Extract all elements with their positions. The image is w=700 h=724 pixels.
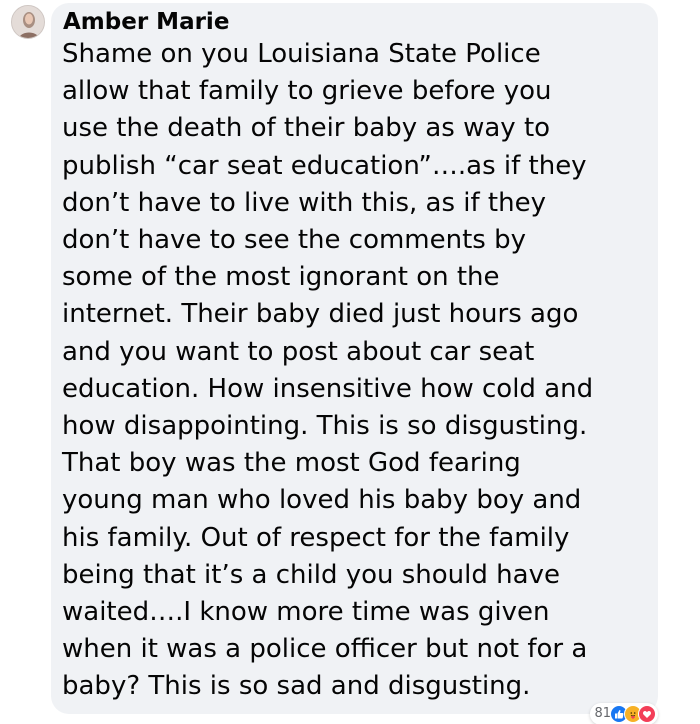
comment-line: how disappointing. This is so disgusting…	[62, 411, 588, 442]
comment-line: and you want to post about car seat	[62, 336, 535, 367]
reaction-count: 81	[594, 706, 611, 721]
comment-line: That boy was the most God fearing	[62, 448, 521, 479]
comment-line: allow that family to grieve before you	[62, 76, 552, 107]
comment-line: Shame on you Louisiana State Police	[62, 39, 541, 69]
comment: Amber Marie Shame on you Louisiana State…	[0, 0, 700, 724]
comment-line: internet. Their baby died just hours ago	[62, 299, 579, 330]
comment-text: Shame on you Louisiana State Police allo…	[62, 36, 652, 706]
comment-line: being that it’s a child you should have	[62, 559, 560, 590]
comment-line: when it was a police officer but not for…	[62, 634, 588, 665]
comment-line: young man who loved his baby boy and	[62, 485, 582, 516]
author-name[interactable]: Amber Marie	[63, 8, 229, 36]
comment-line: education. How insensitive how cold and	[62, 373, 594, 404]
comment-line: waited….I know more time was given	[62, 597, 550, 628]
comment-line: publish “car seat education”….as if they	[62, 150, 587, 181]
love-icon	[638, 705, 656, 723]
comment-line: some of the most ignorant on the	[62, 262, 500, 293]
comment-line: his family. Out of respect for the famil…	[62, 522, 570, 553]
comment-line: baby? This is so sad and disgusting.	[62, 671, 531, 702]
comment-line: don’t have to see the comments by	[62, 225, 527, 256]
comment-line: don’t have to live with this, as if they	[62, 187, 546, 218]
reactions-summary[interactable]: 81	[590, 703, 658, 724]
avatar[interactable]	[11, 5, 45, 39]
comment-line: use the death of their baby as way to	[62, 113, 551, 144]
comment-bubble: Amber Marie Shame on you Louisiana State…	[51, 3, 658, 724]
